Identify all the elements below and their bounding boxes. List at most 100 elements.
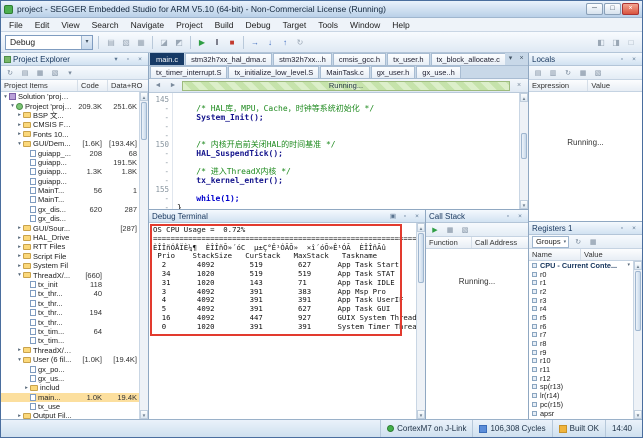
scroll-up-icon[interactable]: ▲ <box>520 93 528 102</box>
scroll-up-icon[interactable]: ▲ <box>634 261 642 270</box>
save-all-icon[interactable]: ▦ <box>134 35 148 49</box>
register-row[interactable]: lr(r14) <box>529 391 633 400</box>
tree-row[interactable]: gx_po... <box>1 364 139 373</box>
tree-row[interactable]: ▸Fonts 10... <box>1 130 139 139</box>
properties-icon[interactable]: ▦ <box>34 67 46 79</box>
scroll-down-icon[interactable]: ▼ <box>520 200 528 209</box>
tree-row[interactable]: ▾GUI/Dem...[1.6K][193.4K] <box>1 139 139 148</box>
sort-icon[interactable]: ▦ <box>577 67 589 79</box>
register-row[interactable]: r0 <box>529 270 633 279</box>
pin-icon[interactable]: ▫ <box>123 56 133 63</box>
column-data-ro[interactable]: Data+RO <box>108 80 148 91</box>
terminal-scrollbar[interactable]: ▲ ▼ <box>416 223 425 419</box>
watch-add-icon[interactable]: ▤ <box>532 67 544 79</box>
expander-icon[interactable]: ▸ <box>16 225 23 231</box>
expander-icon[interactable]: ▾ <box>16 272 23 278</box>
expander-icon[interactable]: ▸ <box>16 263 23 269</box>
open-file-icon[interactable]: ▧ <box>119 35 133 49</box>
close-icon[interactable]: × <box>135 56 145 63</box>
build-status[interactable]: Built OK <box>552 420 605 437</box>
panel-menu-icon[interactable]: ▾ <box>111 55 121 63</box>
register-row[interactable]: r4 <box>529 304 633 313</box>
register-row[interactable]: r5 <box>529 313 633 322</box>
menu-item-help[interactable]: Help <box>386 18 415 32</box>
debug-terminal-output[interactable]: OS CPU Usage = 0.72%====================… <box>149 223 425 419</box>
minimize-button[interactable]: ─ <box>586 3 603 15</box>
refresh-icon[interactable]: ↻ <box>562 67 574 79</box>
tree-row[interactable]: ▸HAL_Drive <box>1 233 139 242</box>
menu-item-target[interactable]: Target <box>277 18 313 32</box>
close-tab-icon[interactable]: × <box>516 53 527 65</box>
register-row[interactable]: r2 <box>529 287 633 296</box>
register-row[interactable]: r10 <box>529 357 633 366</box>
groups-select[interactable]: Groups ▾ <box>532 236 569 248</box>
project-tree-scrollbar[interactable]: ▲ ▼ <box>139 92 148 419</box>
column-code[interactable]: Code <box>78 80 108 91</box>
pin-icon[interactable]: ▫ <box>503 213 513 220</box>
tree-row[interactable]: guiapp...191.5K <box>1 158 139 167</box>
view-menu-icon[interactable]: ▾ <box>64 67 76 79</box>
scroll-track[interactable] <box>417 232 425 410</box>
scroll-track[interactable] <box>140 101 148 410</box>
register-row[interactable]: apsr <box>529 409 633 418</box>
tree-row[interactable]: MainT... <box>1 195 139 204</box>
build-icon[interactable]: ◪ <box>157 35 171 49</box>
tree-row[interactable]: ▸includ <box>1 383 139 392</box>
tab-maintask-c[interactable]: MainTask.c <box>320 66 370 78</box>
close-icon[interactable]: × <box>515 213 525 220</box>
register-row[interactable]: r8 <box>529 339 633 348</box>
scroll-up-icon[interactable]: ▲ <box>417 223 425 232</box>
tree-row[interactable]: guiapp_...20868 <box>1 148 139 157</box>
menu-item-file[interactable]: File <box>3 18 29 32</box>
tree-row[interactable]: tx_use <box>1 402 139 411</box>
register-row[interactable]: r3 <box>529 296 633 305</box>
code-editor[interactable]: 145----150----155-- /* HAL库，MPU，Cache，时钟… <box>149 93 528 209</box>
build-configuration-select[interactable]: Debug ▾ <box>5 35 93 50</box>
tree-row[interactable]: ▾Solution 'project' <box>1 92 139 101</box>
new-file-icon[interactable]: ▤ <box>104 35 118 49</box>
menu-item-debug[interactable]: Debug <box>240 18 277 32</box>
scroll-thumb[interactable] <box>635 271 641 331</box>
tree-row[interactable]: ▸System Fil <box>1 261 139 270</box>
new-folder-icon[interactable]: ▤ <box>19 67 31 79</box>
frame-up-icon[interactable]: ▦ <box>444 224 456 236</box>
refresh-icon[interactable]: ↻ <box>4 67 16 79</box>
tree-row[interactable]: ▸CMSIS Files <box>1 120 139 129</box>
scroll-down-icon[interactable]: ▼ <box>417 410 425 419</box>
expander-icon[interactable]: ▾ <box>16 141 23 147</box>
tab-main-c[interactable]: main.c <box>150 53 184 65</box>
tree-row[interactable]: ▸Script File <box>1 252 139 261</box>
layout-full-icon[interactable]: □ <box>624 35 638 49</box>
tree-row[interactable]: tx_thr... <box>1 299 139 308</box>
column-value[interactable]: Value <box>581 249 642 260</box>
column-function[interactable]: Function <box>426 237 472 248</box>
tree-row[interactable]: tx_tim... <box>1 336 139 345</box>
restart-icon[interactable]: ↻ <box>293 35 307 49</box>
maximize-button[interactable]: □ <box>604 3 621 15</box>
tree-row[interactable]: main...1.0K19.4K <box>1 393 139 402</box>
cycles-counter[interactable]: 106,308 Cycles <box>472 420 551 437</box>
expander-icon[interactable]: ▸ <box>16 112 23 118</box>
rebuild-icon[interactable]: ◩ <box>172 35 186 49</box>
column-value[interactable]: Value <box>588 80 642 91</box>
pause-icon[interactable]: ‖ <box>210 35 224 49</box>
menu-item-tools[interactable]: Tools <box>312 18 344 32</box>
tab-tx-block-allocate-c[interactable]: tx_block_allocate.c <box>431 53 505 65</box>
call-stack-header[interactable]: Call Stack ▫ × <box>426 210 528 223</box>
code-area[interactable]: /* HAL库，MPU，Cache，时钟等系统初始化 */ System_Ini… <box>173 93 519 209</box>
scroll-down-icon[interactable]: ▼ <box>140 410 148 419</box>
scroll-up-icon[interactable]: ▲ <box>140 92 148 101</box>
group-dropdown-icon[interactable]: ▾ <box>627 262 630 268</box>
tree-row[interactable]: ▸ThreadX/S... <box>1 346 139 355</box>
tab-stm32h7xx-hal-dma-c[interactable]: stm32h7xx_hal_dma.c <box>185 53 272 65</box>
column-call-address[interactable]: Call Address <box>472 237 528 248</box>
tree-row[interactable]: gx_dis...620287 <box>1 205 139 214</box>
column-project-items[interactable]: Project Items <box>1 80 78 91</box>
display-format-icon[interactable]: ▥ <box>547 67 559 79</box>
locals-header[interactable]: Locals ▫ × <box>529 53 642 66</box>
register-row[interactable]: r11 <box>529 365 633 374</box>
tree-row[interactable]: tx_thr...40 <box>1 289 139 298</box>
menu-item-view[interactable]: View <box>55 18 85 32</box>
register-row[interactable]: r9 <box>529 348 633 357</box>
layout-left-icon[interactable]: ◧ <box>594 35 608 49</box>
